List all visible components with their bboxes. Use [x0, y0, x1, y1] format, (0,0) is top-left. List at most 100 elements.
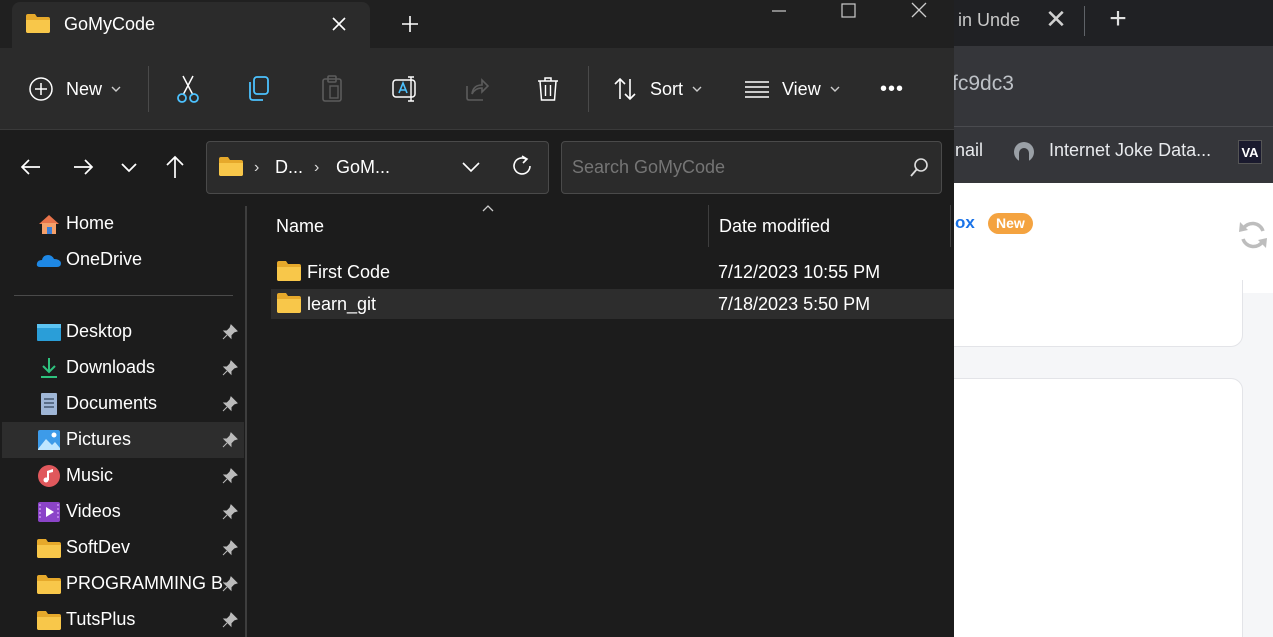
chevron-down-icon — [111, 86, 121, 92]
chevron-down-icon — [830, 86, 840, 92]
file-row-learn-git[interactable]: learn_git 7/18/2023 5:50 PM — [271, 289, 954, 319]
breadcrumb-separator: › — [314, 159, 320, 176]
close-tab-icon[interactable] — [325, 10, 353, 38]
search-icon[interactable] — [908, 156, 930, 180]
search-input[interactable] — [572, 157, 892, 178]
maximize-icon[interactable] — [834, 0, 864, 24]
breadcrumb-separator: › — [254, 159, 260, 176]
file-row-first-code[interactable]: First Code 7/12/2023 10:55 PM — [271, 257, 954, 287]
sidebar-item-tutsplus[interactable]: TutsPlus — [2, 602, 244, 637]
browser-heading-fragment: ox — [955, 213, 975, 232]
recent-locations-chevron-icon[interactable] — [114, 152, 144, 182]
cut-button[interactable] — [174, 72, 202, 106]
explorer-tab-title: GoMyCode — [64, 14, 156, 34]
new-button[interactable]: New — [28, 72, 122, 106]
browser-tab-title: in Unde — [958, 10, 1021, 30]
rename-icon — [392, 76, 416, 102]
toolbar-divider — [148, 66, 149, 112]
pin-icon[interactable] — [222, 396, 238, 412]
joke-api-icon — [1014, 142, 1034, 162]
folder-icon — [37, 611, 61, 630]
sidebar-item-documents[interactable]: Documents — [2, 386, 244, 422]
folder-icon — [37, 539, 61, 558]
folder-icon — [277, 293, 301, 313]
new-tab-icon[interactable] — [396, 10, 424, 38]
share-button[interactable] — [463, 72, 491, 106]
sidebar-item-downloads[interactable]: Downloads — [2, 350, 244, 386]
file-name: First Code — [307, 262, 391, 282]
pin-icon[interactable] — [222, 612, 238, 628]
music-icon — [38, 465, 60, 487]
view-button-label: View — [782, 78, 821, 99]
sidebar-item-label: Videos — [66, 501, 121, 521]
add-circle-icon — [29, 77, 53, 101]
scissors-icon — [177, 75, 199, 103]
refresh-icon[interactable] — [508, 152, 536, 180]
bookmark-mail[interactable]: nail — [955, 140, 983, 161]
sidebar-item-label: Music — [66, 465, 114, 485]
va-logo-icon[interactable]: VA — [1238, 140, 1262, 164]
pin-icon[interactable] — [222, 540, 238, 556]
folder-icon — [37, 575, 61, 594]
sidebar-item-pictures[interactable]: Pictures — [2, 422, 244, 458]
browser-tab-close-icon[interactable]: ✕ — [1042, 4, 1070, 34]
paste-button[interactable] — [318, 72, 346, 106]
sidebar-item-label: SoftDev — [66, 537, 131, 557]
sidebar-item-label: Home — [66, 213, 115, 233]
folder-icon — [277, 261, 301, 281]
forward-arrow-icon[interactable] — [68, 152, 98, 182]
desktop-icon — [37, 324, 61, 341]
file-name: learn_git — [307, 294, 377, 314]
title-bar: GoMyCode — [0, 0, 954, 48]
sidebar-item-home[interactable]: Home — [2, 206, 244, 242]
new-button-label: New — [66, 78, 103, 99]
document-icon — [41, 393, 57, 415]
column-header-name[interactable]: Name — [276, 216, 324, 237]
new-badge: New — [988, 213, 1033, 234]
browser-card-top-bottom — [930, 280, 1243, 347]
folder-icon — [26, 14, 50, 33]
column-resize-handle[interactable] — [950, 205, 951, 247]
breadcrumb-item[interactable]: GoM... — [336, 157, 390, 178]
navigation-pane-scrollbar[interactable] — [245, 206, 247, 637]
sidebar-item-label: Downloads — [66, 357, 156, 377]
pin-icon[interactable] — [222, 324, 238, 340]
rename-button[interactable] — [390, 72, 420, 106]
minimize-icon[interactable] — [764, 0, 794, 24]
pin-icon[interactable] — [222, 360, 238, 376]
column-resize-handle[interactable] — [708, 205, 709, 247]
address-history-chevron-icon[interactable] — [458, 155, 484, 179]
view-button[interactable]: View — [744, 72, 841, 106]
sidebar-item-label: Pictures — [66, 429, 132, 449]
pin-icon[interactable] — [222, 432, 238, 448]
sidebar-item-music[interactable]: Music — [2, 458, 244, 494]
pin-icon[interactable] — [222, 468, 238, 484]
sort-button[interactable]: Sort — [612, 72, 703, 106]
trash-icon — [538, 77, 558, 101]
copy-button[interactable] — [245, 72, 273, 106]
refresh-icon[interactable] — [1236, 218, 1270, 252]
sidebar-item-softdev[interactable]: SoftDev — [2, 530, 244, 566]
bookmark-internet-joke[interactable]: Internet Joke Data... — [1049, 140, 1211, 161]
window-close-icon[interactable] — [904, 0, 934, 24]
sidebar-item-programming-books[interactable]: PROGRAMMING BO — [2, 566, 244, 602]
browser-new-tab-icon[interactable]: + — [1100, 2, 1136, 36]
sidebar-item-videos[interactable]: Videos — [2, 494, 244, 530]
video-icon — [38, 502, 60, 522]
clipboard-icon — [322, 75, 342, 102]
back-arrow-icon[interactable] — [16, 152, 46, 182]
sidebar-item-onedrive[interactable]: OneDrive — [2, 242, 244, 278]
view-list-icon — [745, 81, 769, 98]
column-header-date-modified[interactable]: Date modified — [719, 216, 830, 237]
pin-icon[interactable] — [222, 576, 238, 592]
sidebar-item-desktop[interactable]: Desktop — [2, 314, 244, 350]
sidebar-item-label: TutsPlus — [66, 609, 136, 629]
breadcrumb-item[interactable]: D... — [275, 157, 303, 178]
pin-icon[interactable] — [222, 504, 238, 520]
more-options-icon[interactable]: ••• — [880, 72, 904, 106]
up-arrow-icon[interactable] — [160, 152, 190, 182]
browser-address-text[interactable]: fc9dc3 — [952, 72, 1014, 96]
delete-button[interactable] — [535, 72, 561, 106]
browser-card-top — [930, 183, 1273, 293]
sidebar-item-label: OneDrive — [66, 249, 143, 269]
